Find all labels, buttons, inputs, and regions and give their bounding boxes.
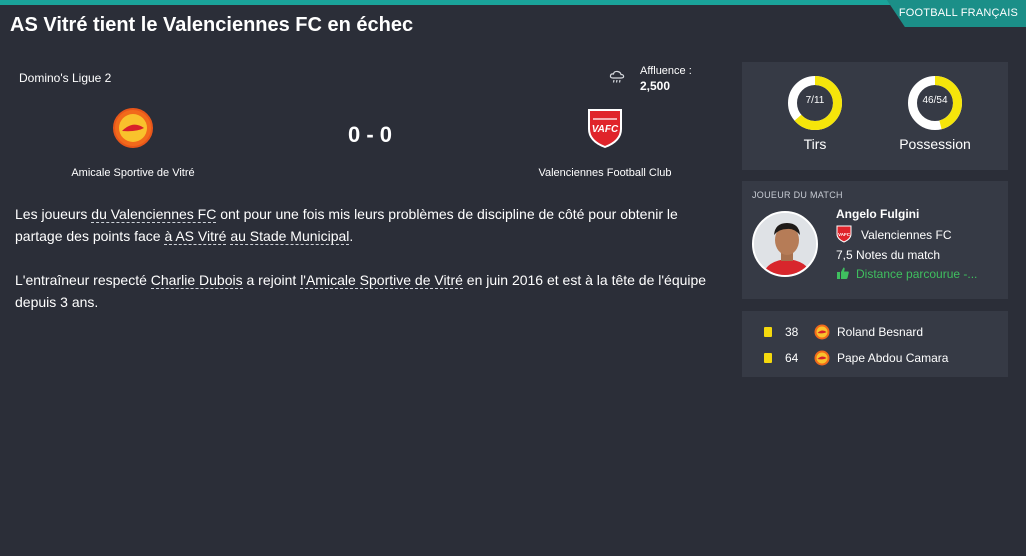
event-player[interactable]: Pape Abdou Camara: [837, 351, 948, 365]
event-minute: 38: [785, 325, 799, 339]
panel-title: JOUEUR DU MATCH: [752, 190, 843, 200]
club-link-vitre[interactable]: à AS Vitré: [164, 228, 227, 245]
attendance-value: 2,500: [640, 79, 671, 93]
player-name[interactable]: Angelo Fulgini: [836, 207, 919, 221]
player-of-match-panel: JOUEUR DU MATCH Angelo Fulgini VAFC Vale…: [742, 181, 1008, 299]
svg-text:VAFC: VAFC: [838, 232, 851, 237]
player-club[interactable]: Valenciennes FC: [861, 228, 952, 242]
vafc-crest-icon[interactable]: VAFC: [586, 107, 624, 149]
manager-link[interactable]: Charlie Dubois: [150, 272, 243, 289]
rating-label: Notes du match: [856, 248, 941, 262]
match-events-panel: 38 Roland Besnard 64 Pape Abdou Camara: [742, 311, 1008, 377]
player-portrait-icon: [754, 213, 816, 275]
top-accent-bar: [0, 0, 1026, 5]
home-team-name[interactable]: Amicale Sportive de Vitré: [33, 167, 233, 179]
vitre-crest-icon: [814, 350, 830, 366]
article-paragraph: L'entraîneur respecté Charlie Dubois a r…: [15, 269, 715, 313]
article-text: a rejoint: [242, 272, 301, 288]
away-team-name[interactable]: Valenciennes Football Club: [505, 167, 705, 179]
yellow-card-icon: [764, 327, 772, 337]
article-body: Les joueurs du Valenciennes FC ont pour …: [15, 203, 715, 335]
player-avatar[interactable]: [752, 211, 818, 277]
player-rating: 7,5 Notes du match: [836, 248, 940, 262]
possession-label: Possession: [899, 136, 971, 152]
shots-label: Tirs: [803, 136, 827, 152]
vitre-crest-icon: [814, 324, 830, 340]
player-highlight: Distance parcourue -...: [856, 267, 978, 281]
club-link-valenciennes[interactable]: du Valenciennes FC: [91, 206, 217, 223]
event-minute: 64: [785, 351, 799, 365]
event-player[interactable]: Roland Besnard: [837, 325, 923, 339]
stadium-link[interactable]: au Stade Municipal: [230, 228, 350, 245]
vafc-crest-icon: VAFC: [836, 225, 852, 243]
svg-text:VAFC: VAFC: [592, 124, 619, 135]
possession-value: 46/54: [922, 95, 948, 106]
cloud-rain-icon: [609, 70, 625, 83]
yellow-card-icon: [764, 353, 772, 363]
competition-label[interactable]: Domino's Ligue 2: [19, 71, 111, 85]
attendance-label: Affluence :: [640, 65, 692, 77]
match-score: 0 - 0: [347, 122, 393, 147]
club-link-vitre-full[interactable]: l'Amicale Sportive de Vitré: [300, 272, 463, 289]
shots-value: 7/11: [805, 95, 825, 106]
event-row[interactable]: 64 Pape Abdou Camara: [764, 350, 1004, 366]
article-text: .: [349, 228, 354, 244]
article-text: Les joueurs: [15, 206, 92, 222]
article-paragraph: Les joueurs du Valenciennes FC ont pour …: [15, 203, 715, 247]
vitre-crest-icon[interactable]: [113, 108, 153, 148]
thumbs-up-icon: [837, 267, 849, 279]
article-text: L'entraîneur respecté: [15, 272, 151, 288]
event-row[interactable]: 38 Roland Besnard: [764, 324, 1004, 340]
rating-value: 7,5: [836, 248, 853, 262]
category-tab[interactable]: FOOTBALL FRANÇAIS: [886, 0, 1026, 27]
page-title: AS Vitré tient le Valenciennes FC en éch…: [10, 14, 414, 36]
match-stats-panel: 7/11 Tirs 46/54 Possession: [742, 62, 1008, 170]
